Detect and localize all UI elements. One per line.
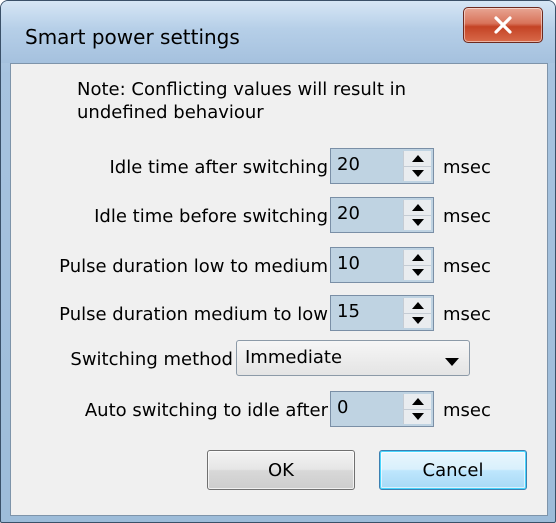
pulse-medium-low-unit: msec	[443, 304, 491, 325]
title-bar[interactable]: Smart power settings	[1, 1, 555, 63]
auto-switch-label: Auto switching to idle after	[84, 400, 328, 421]
dialog-body: Note: Conflicting values will result in …	[10, 63, 548, 516]
spin-up-arrow-icon[interactable]	[404, 250, 431, 266]
close-button[interactable]	[463, 7, 543, 43]
window-title: Smart power settings	[25, 25, 240, 49]
spin-up-arrow-icon[interactable]	[404, 298, 431, 314]
pulse-low-medium-value[interactable]: 10	[337, 253, 360, 274]
pulse-medium-low-spinner[interactable]: 15	[330, 295, 434, 331]
ok-button[interactable]: OK	[207, 450, 355, 490]
idle-after-label: Idle time after switching	[109, 157, 328, 178]
spin-down-arrow-icon[interactable]	[404, 265, 431, 280]
spin-arrows	[403, 200, 431, 230]
spin-up-arrow-icon[interactable]	[404, 394, 431, 410]
idle-after-value[interactable]: 20	[337, 154, 360, 175]
idle-before-label: Idle time before switching	[94, 206, 328, 227]
chevron-down-icon	[445, 353, 459, 371]
auto-switch-spinner[interactable]: 0	[330, 391, 434, 427]
idle-before-value[interactable]: 20	[337, 203, 360, 224]
close-icon	[493, 16, 513, 34]
note-line-2: undefined behaviour	[77, 102, 264, 123]
note-line-1: Note: Conflicting values will result in	[77, 79, 407, 100]
pulse-low-medium-unit: msec	[443, 256, 491, 277]
note-text: Note: Conflicting values will result in …	[77, 78, 477, 124]
idle-after-unit: msec	[443, 157, 491, 178]
spin-arrows	[403, 298, 431, 328]
spin-down-arrow-icon[interactable]	[404, 215, 431, 230]
spin-up-arrow-icon[interactable]	[404, 151, 431, 167]
spin-down-arrow-icon[interactable]	[404, 166, 431, 181]
switching-method-value: Immediate	[245, 347, 343, 368]
spin-arrows	[403, 250, 431, 280]
dialog-window: Smart power settings Note: Conflicting v…	[0, 0, 556, 523]
auto-switch-value[interactable]: 0	[337, 397, 348, 418]
spin-down-arrow-icon[interactable]	[404, 409, 431, 424]
spin-down-arrow-icon[interactable]	[404, 313, 431, 328]
pulse-medium-low-value[interactable]: 15	[337, 301, 360, 322]
cancel-button[interactable]: Cancel	[379, 450, 527, 490]
spin-arrows	[403, 151, 431, 181]
idle-before-spinner[interactable]: 20	[330, 197, 434, 233]
pulse-medium-low-label: Pulse duration medium to low	[59, 304, 328, 325]
spin-arrows	[403, 394, 431, 424]
pulse-low-medium-label: Pulse duration low to medium	[59, 256, 328, 277]
spin-up-arrow-icon[interactable]	[404, 200, 431, 216]
pulse-low-medium-spinner[interactable]: 10	[330, 247, 434, 283]
idle-after-spinner[interactable]: 20	[330, 148, 434, 184]
switching-method-select[interactable]: Immediate	[236, 340, 470, 376]
switching-method-label: Switching method	[70, 349, 233, 370]
idle-before-unit: msec	[443, 206, 491, 227]
auto-switch-unit: msec	[443, 400, 491, 421]
